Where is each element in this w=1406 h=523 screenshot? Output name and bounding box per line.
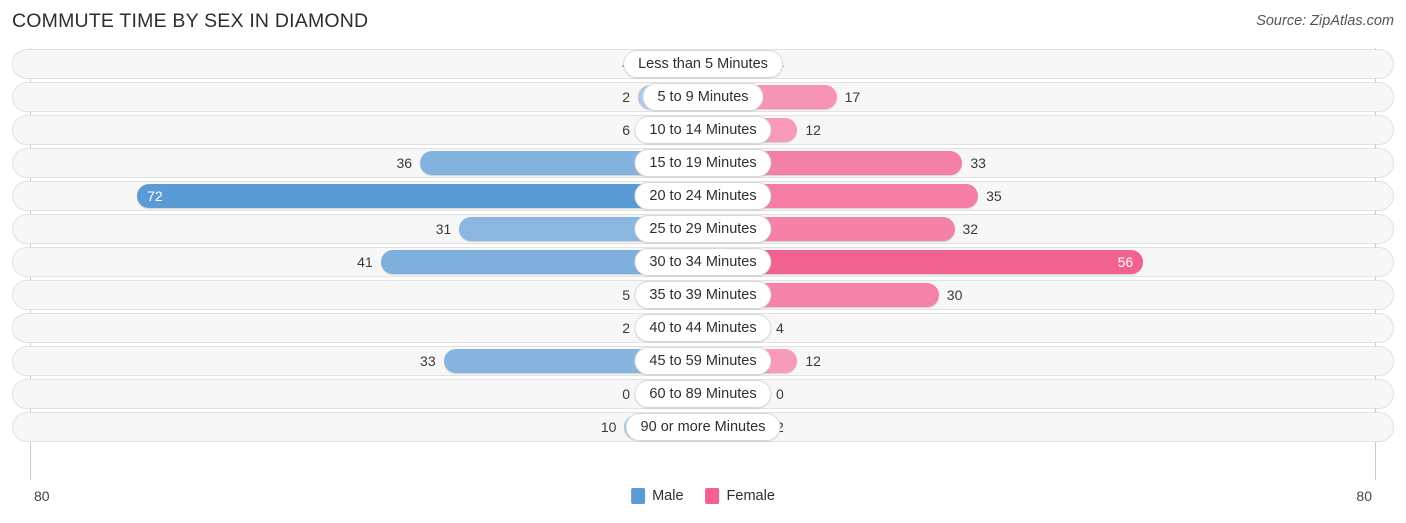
row-bars: 4 4Less than 5 Minutes xyxy=(0,49,1406,79)
category-label: Less than 5 Minutes xyxy=(623,50,783,78)
category-label: 35 to 39 Minutes xyxy=(634,281,772,309)
category-label: 10 to 14 Minutes xyxy=(634,116,772,144)
value-label-female: 56 xyxy=(1117,254,1134,270)
axis-max-right: 80 xyxy=(1356,488,1372,504)
table-row: 31 32 25 to 29 Minutes xyxy=(0,214,1406,244)
legend-swatch-icon xyxy=(631,488,646,504)
category-label: 25 to 29 Minutes xyxy=(634,215,772,243)
value-label-male: 31 xyxy=(435,221,452,237)
legend-item-female[interactable]: Female xyxy=(705,488,775,504)
legend-label: Male xyxy=(652,488,684,504)
row-bars: 6 12 10 to 14 Minutes xyxy=(0,115,1406,145)
category-label: 5 to 9 Minutes xyxy=(642,83,764,111)
value-label-female: 12 xyxy=(805,353,821,369)
category-label: 60 to 89 Minutes xyxy=(634,380,772,408)
chart-page: COMMUTE TIME BY SEX IN DIAMOND Source: Z… xyxy=(0,0,1406,523)
value-label-female: 30 xyxy=(946,287,963,303)
chart-legend: Male Female xyxy=(631,488,775,504)
value-label-female: 4 xyxy=(776,49,836,79)
table-row: 72 35 20 to 24 Minutes xyxy=(0,181,1406,211)
category-label: 15 to 19 Minutes xyxy=(634,149,772,177)
row-bars: 10 290 or more Minutes xyxy=(0,412,1406,442)
row-bars: 33 12 45 to 59 Minutes xyxy=(0,346,1406,376)
value-label-female: 2 xyxy=(776,412,836,442)
legend-item-male[interactable]: Male xyxy=(631,488,684,504)
category-label: 40 to 44 Minutes xyxy=(634,314,772,342)
value-label-male: 2 xyxy=(622,320,630,336)
value-label-male: 72 xyxy=(147,188,163,204)
row-bars: 0 0 60 to 89 Minutes xyxy=(0,379,1406,409)
value-label-male: 4 xyxy=(570,49,630,79)
value-label-male: 33 xyxy=(420,353,436,369)
row-bars: 2 4 40 to 44 Minutes xyxy=(0,313,1406,343)
value-label-female: 35 xyxy=(986,188,1002,204)
value-label-female: 32 xyxy=(962,221,979,237)
category-label: 30 to 34 Minutes xyxy=(634,248,772,276)
value-label-female: 12 xyxy=(805,122,821,138)
value-label-male: 6 xyxy=(622,122,630,138)
table-row: 41 56 30 to 34 Minutes xyxy=(0,247,1406,277)
value-label-female: 17 xyxy=(844,89,861,105)
value-label-male: 41 xyxy=(357,254,373,270)
row-bars: 41 56 30 to 34 Minutes xyxy=(0,247,1406,277)
chart-footer: 80 80 Male Female xyxy=(0,480,1406,523)
value-label-female: 33 xyxy=(970,155,986,171)
row-bars: 36 33 15 to 19 Minutes xyxy=(0,148,1406,178)
legend-swatch-icon xyxy=(705,488,720,504)
page-title: COMMUTE TIME BY SEX IN DIAMOND xyxy=(12,10,369,32)
value-label-male: 2 xyxy=(622,89,630,105)
table-row: 2 4 40 to 44 Minutes xyxy=(0,313,1406,343)
axis-max-left: 80 xyxy=(34,488,50,504)
value-label-female: 0 xyxy=(776,386,784,402)
value-label-male: 0 xyxy=(622,386,630,402)
row-bars: 5 30 35 to 39 Minutes xyxy=(0,280,1406,310)
chart-header: COMMUTE TIME BY SEX IN DIAMOND Source: Z… xyxy=(0,0,1406,46)
source-attribution: Source: ZipAtlas.com xyxy=(1256,13,1394,29)
table-row: 36 33 15 to 19 Minutes xyxy=(0,148,1406,178)
table-row: 6 12 10 to 14 Minutes xyxy=(0,115,1406,145)
value-label-male: 5 xyxy=(622,287,630,303)
table-row: 2 17 5 to 9 Minutes xyxy=(0,82,1406,112)
category-label: 45 to 59 Minutes xyxy=(634,347,772,375)
row-bars: 31 32 25 to 29 Minutes xyxy=(0,214,1406,244)
value-label-male: 36 xyxy=(396,155,413,171)
table-row: 4 4Less than 5 Minutes xyxy=(0,49,1406,79)
bar-male[interactable] xyxy=(137,184,703,208)
value-label-female: 4 xyxy=(776,320,784,336)
value-label-male: 10 xyxy=(600,419,617,435)
table-row: 33 12 45 to 59 Minutes xyxy=(0,346,1406,376)
row-bars: 2 17 5 to 9 Minutes xyxy=(0,82,1406,112)
plot-area: 44Less than 5 Minutes2175 to 9 Minutes61… xyxy=(0,46,1406,480)
table-row: 10 290 or more Minutes xyxy=(0,412,1406,442)
bar-rows: 44Less than 5 Minutes2175 to 9 Minutes61… xyxy=(0,46,1406,445)
row-bars: 72 35 20 to 24 Minutes xyxy=(0,181,1406,211)
category-label: 90 or more Minutes xyxy=(625,413,781,441)
category-label: 20 to 24 Minutes xyxy=(634,182,772,210)
table-row: 0 0 60 to 89 Minutes xyxy=(0,379,1406,409)
legend-label: Female xyxy=(726,488,775,504)
table-row: 5 30 35 to 39 Minutes xyxy=(0,280,1406,310)
